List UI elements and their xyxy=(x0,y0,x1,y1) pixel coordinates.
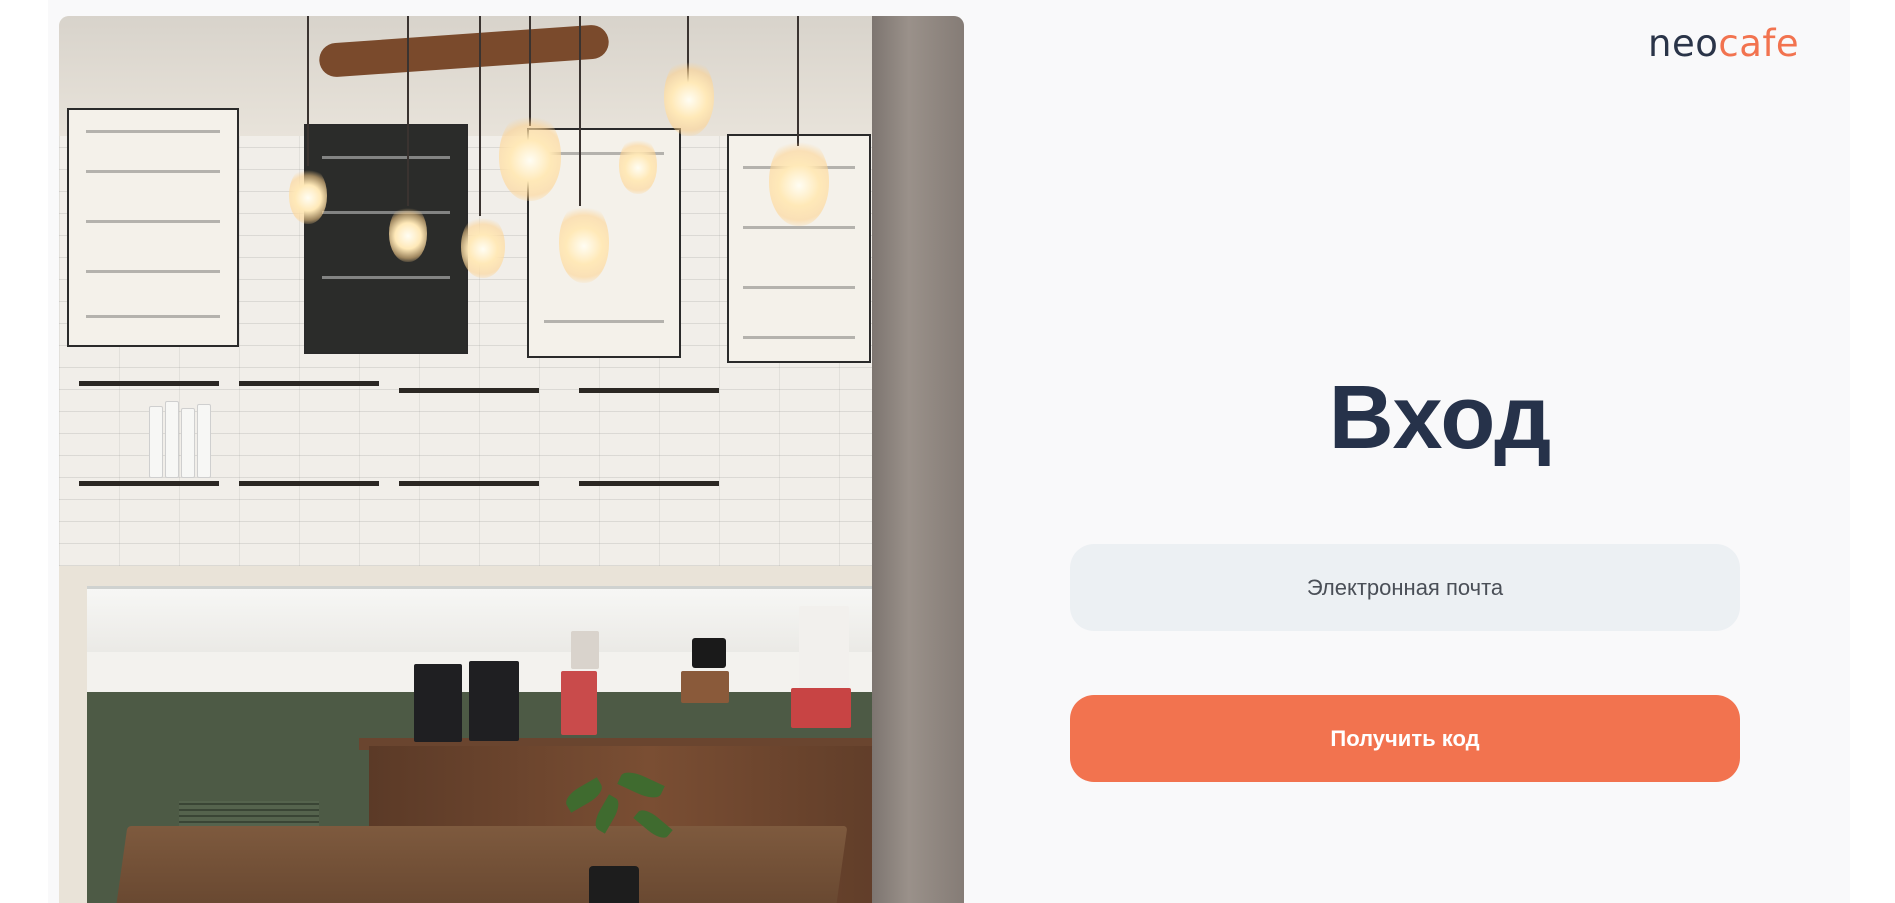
light-bulb xyxy=(664,56,714,136)
concrete-pillar xyxy=(872,16,964,903)
wooden-table xyxy=(110,826,848,903)
logo-part-neo: neo xyxy=(1648,22,1719,65)
lamp-wire xyxy=(479,16,481,216)
lamp-wire xyxy=(407,16,409,206)
shelf xyxy=(239,381,379,386)
coffee-bag xyxy=(469,661,519,741)
light-bulb xyxy=(289,166,327,224)
shelf xyxy=(399,481,539,486)
cup-stack xyxy=(181,408,195,478)
light-bulb xyxy=(619,136,657,194)
light-bulb xyxy=(461,214,505,278)
menu-board-drinks xyxy=(67,108,239,347)
display-counter xyxy=(87,586,907,659)
mug xyxy=(692,638,726,668)
cup-stack xyxy=(197,404,211,478)
shelf xyxy=(79,481,219,486)
login-title: Вход xyxy=(1328,368,1552,468)
tea-box-red xyxy=(791,688,851,728)
shelf xyxy=(79,381,219,386)
shelf xyxy=(579,481,719,486)
shelf xyxy=(399,388,539,393)
get-code-button[interactable]: Получить код xyxy=(1070,695,1740,782)
shelf xyxy=(579,388,719,393)
light-bulb xyxy=(389,204,427,262)
lamp-wire xyxy=(579,16,581,206)
light-bulb xyxy=(559,201,609,283)
shelf xyxy=(239,481,379,486)
logo-part-cafe: cafe xyxy=(1718,22,1800,65)
lamp-wire xyxy=(529,16,531,126)
cafe-interior-photo xyxy=(59,16,964,903)
tea-box xyxy=(561,671,597,735)
email-input[interactable] xyxy=(1070,544,1740,631)
cup-stack xyxy=(165,401,179,478)
menu-board-chalk xyxy=(304,124,468,354)
cup-stack xyxy=(149,406,163,478)
coffee-bag xyxy=(414,664,462,742)
light-bulb xyxy=(769,136,829,226)
tea-box xyxy=(571,631,599,669)
light-bulb xyxy=(499,111,561,201)
lamp-wire xyxy=(307,16,309,166)
gift-box xyxy=(681,671,729,703)
plant-pot xyxy=(589,866,639,903)
neocafe-logo: neocafe xyxy=(1648,22,1799,66)
lamp-wire xyxy=(797,16,799,146)
